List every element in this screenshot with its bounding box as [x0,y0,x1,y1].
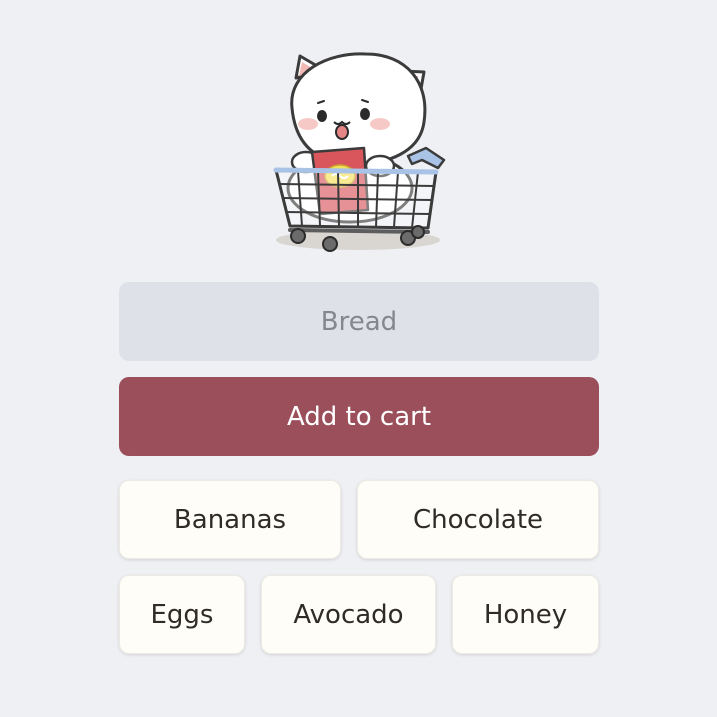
cat-in-shopping-cart-icon [268,48,450,260]
suggestion-chip-eggs[interactable]: Eggs [119,575,245,654]
suggestion-chip-avocado[interactable]: Avocado [261,575,436,654]
item-input[interactable] [119,282,599,361]
suggestion-chip-chocolate[interactable]: Chocolate [357,480,599,559]
suggestion-chip-bananas[interactable]: Bananas [119,480,341,559]
add-to-cart-button[interactable]: Add to cart [119,377,599,456]
suggestion-chip-honey[interactable]: Honey [452,575,599,654]
